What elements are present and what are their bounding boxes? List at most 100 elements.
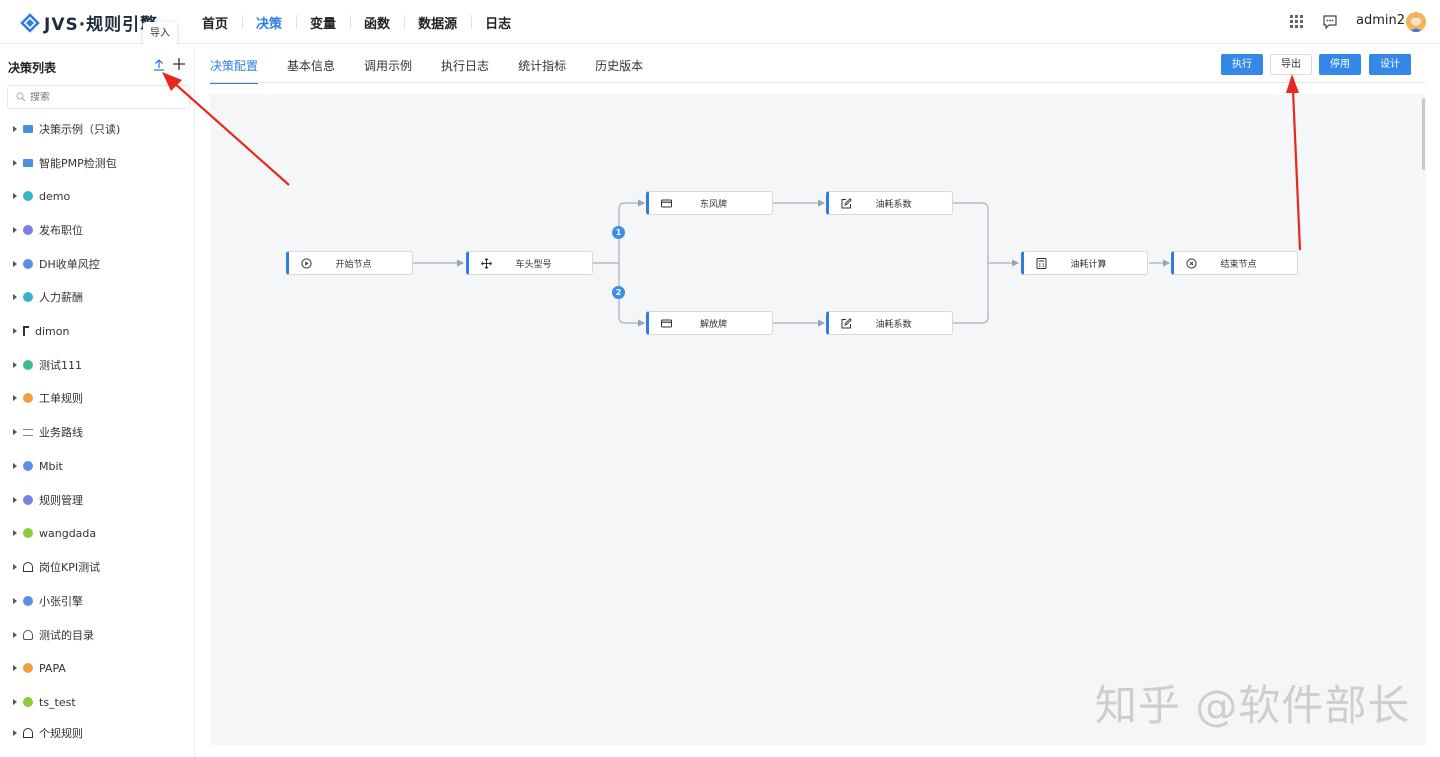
tree-item[interactable]: DH收单风控 bbox=[13, 254, 100, 274]
tree-item[interactable]: 个规规则 bbox=[13, 723, 83, 743]
caret-right-icon[interactable] bbox=[13, 362, 17, 368]
apps-grid-icon[interactable] bbox=[1290, 15, 1303, 28]
tree-item[interactable]: wangdada bbox=[13, 523, 96, 543]
sidebar: 决策列表 决策示例（只读) 智能PMP检测包 demo 发布职位 DH收单风控人力薪酬 d… bbox=[0, 45, 195, 757]
caret-right-icon[interactable] bbox=[13, 328, 17, 334]
tree-item[interactable]: 小张引擎 bbox=[13, 591, 83, 611]
nav-functions[interactable]: 函数 bbox=[350, 13, 404, 32]
caret-right-icon[interactable] bbox=[13, 429, 17, 435]
caret-right-icon[interactable] bbox=[13, 395, 17, 401]
caret-right-icon[interactable] bbox=[13, 294, 17, 300]
caret-right-icon[interactable] bbox=[13, 126, 17, 132]
caret-right-icon[interactable] bbox=[13, 564, 17, 570]
calculator-icon bbox=[1036, 258, 1047, 269]
message-icon[interactable] bbox=[1323, 15, 1337, 29]
caret-right-icon[interactable] bbox=[13, 227, 17, 233]
tree-item[interactable]: Mbit bbox=[13, 456, 63, 476]
tree-item[interactable]: 测试111 bbox=[13, 355, 82, 375]
flow-node-fuel-calc[interactable]: 油耗计算 bbox=[1021, 251, 1148, 275]
watermark: 知乎 @软件部长 bbox=[1095, 681, 1411, 730]
tab-basic-info[interactable]: 基本信息 bbox=[287, 57, 335, 84]
tree-item[interactable]: 测试的目录 bbox=[13, 625, 94, 645]
tree-item[interactable]: 工单规则 bbox=[13, 388, 83, 408]
tree-item-label: 规则管理 bbox=[39, 494, 83, 507]
user-icon bbox=[23, 630, 33, 640]
caret-right-icon[interactable] bbox=[13, 193, 17, 199]
nav-home[interactable]: 首页 bbox=[188, 13, 242, 32]
nav-decision[interactable]: 决策 bbox=[242, 13, 296, 32]
search-input[interactable] bbox=[30, 91, 180, 103]
tree-item[interactable]: dimon bbox=[13, 321, 69, 341]
tree-item-label: 人力薪酬 bbox=[39, 291, 83, 304]
branch-badge[interactable]: 1 bbox=[612, 226, 625, 239]
card-icon bbox=[661, 319, 672, 328]
tree-item[interactable]: 人力薪酬 bbox=[13, 287, 83, 307]
tree-item[interactable]: 智能PMP检测包 bbox=[13, 153, 117, 173]
execute-button[interactable]: 执行 bbox=[1221, 54, 1263, 75]
flow-node-start[interactable]: 开始节点 bbox=[286, 251, 413, 275]
tree-item[interactable]: 发布职位 bbox=[13, 220, 83, 240]
disable-button[interactable]: 停用 bbox=[1319, 54, 1361, 75]
user-name[interactable]: admin2 bbox=[1356, 13, 1405, 28]
flow-node-dongfeng[interactable]: 东风牌 bbox=[646, 191, 773, 215]
tree-item[interactable]: demo bbox=[13, 186, 70, 206]
tab-bar: 决策配置 基本信息 调用示例 执行日志 统计指标 历史版本 bbox=[210, 57, 643, 84]
flow-node-end[interactable]: 结束节点 bbox=[1171, 251, 1298, 275]
avatar-icon bbox=[1406, 12, 1426, 32]
import-icon[interactable] bbox=[152, 58, 166, 72]
tree-item[interactable]: 岗位KPI测试 bbox=[13, 557, 100, 577]
caret-right-icon[interactable] bbox=[13, 730, 17, 736]
tab-execution-log[interactable]: 执行日志 bbox=[441, 57, 489, 84]
nav-logs[interactable]: 日志 bbox=[471, 13, 525, 32]
tab-history[interactable]: 历史版本 bbox=[595, 57, 643, 84]
tree-item[interactable]: 规则管理 bbox=[13, 490, 83, 510]
flow-node-fuel-coef-2[interactable]: 油耗系数 bbox=[826, 311, 953, 335]
flow-node-truck-model[interactable]: 车头型号 bbox=[466, 251, 593, 275]
tree-item-label: 测试111 bbox=[39, 359, 82, 372]
tree-item[interactable]: PAPA bbox=[13, 658, 66, 678]
tree-item-label: 工单规则 bbox=[39, 392, 83, 405]
caret-right-icon[interactable] bbox=[13, 530, 17, 536]
nav-datasource[interactable]: 数据源 bbox=[404, 13, 471, 32]
move-icon bbox=[481, 258, 492, 269]
canvas-scrollbar[interactable] bbox=[1422, 98, 1425, 170]
design-button[interactable]: 设计 bbox=[1369, 54, 1411, 75]
app-logo[interactable]: JVS·规则引擎 bbox=[20, 10, 158, 35]
flow-node-jiefang[interactable]: 解放牌 bbox=[646, 311, 773, 335]
tree-item-label: PAPA bbox=[39, 661, 66, 675]
tree-item-label: 小张引擎 bbox=[39, 595, 83, 608]
caret-right-icon[interactable] bbox=[13, 598, 17, 604]
home-icon bbox=[23, 728, 33, 738]
circle-icon bbox=[23, 596, 33, 606]
main-panel: 决策配置 基本信息 调用示例 执行日志 统计指标 历史版本 执行 导出 停用 设… bbox=[196, 45, 1440, 757]
tree-item[interactable]: 决策示例（只读) bbox=[13, 119, 120, 139]
add-icon[interactable] bbox=[172, 57, 186, 71]
branch-badge[interactable]: 2 bbox=[612, 286, 625, 299]
card-icon bbox=[661, 199, 672, 208]
nav-variables[interactable]: 变量 bbox=[296, 13, 350, 32]
avatar[interactable] bbox=[1406, 12, 1426, 32]
caret-right-icon[interactable] bbox=[13, 665, 17, 671]
tree-item-label: Mbit bbox=[39, 459, 63, 473]
flow-node-fuel-coef-1[interactable]: 油耗系数 bbox=[826, 191, 953, 215]
caret-right-icon[interactable] bbox=[13, 699, 17, 705]
caret-right-icon[interactable] bbox=[13, 463, 17, 469]
tree-item-label: DH收单风控 bbox=[39, 258, 100, 271]
caret-right-icon[interactable] bbox=[13, 160, 17, 166]
export-button[interactable]: 导出 bbox=[1270, 54, 1312, 75]
tree-item-label: 决策示例（只读) bbox=[39, 123, 121, 136]
tree-item[interactable]: ts_test bbox=[13, 692, 76, 712]
tab-call-example[interactable]: 调用示例 bbox=[364, 57, 412, 84]
tab-statistics[interactable]: 统计指标 bbox=[518, 57, 566, 84]
caret-right-icon[interactable] bbox=[13, 261, 17, 267]
edit-icon bbox=[841, 318, 852, 329]
tab-decision-config[interactable]: 决策配置 bbox=[210, 57, 259, 84]
circle-icon bbox=[23, 495, 33, 505]
tree-item[interactable]: 业务路线 bbox=[13, 422, 83, 442]
tree-item-label: wangdada bbox=[39, 526, 97, 540]
caret-right-icon[interactable] bbox=[13, 632, 17, 638]
caret-right-icon[interactable] bbox=[13, 497, 17, 503]
flow-canvas[interactable] bbox=[210, 94, 1426, 745]
folder-icon bbox=[23, 159, 33, 167]
search-box[interactable] bbox=[7, 85, 190, 109]
